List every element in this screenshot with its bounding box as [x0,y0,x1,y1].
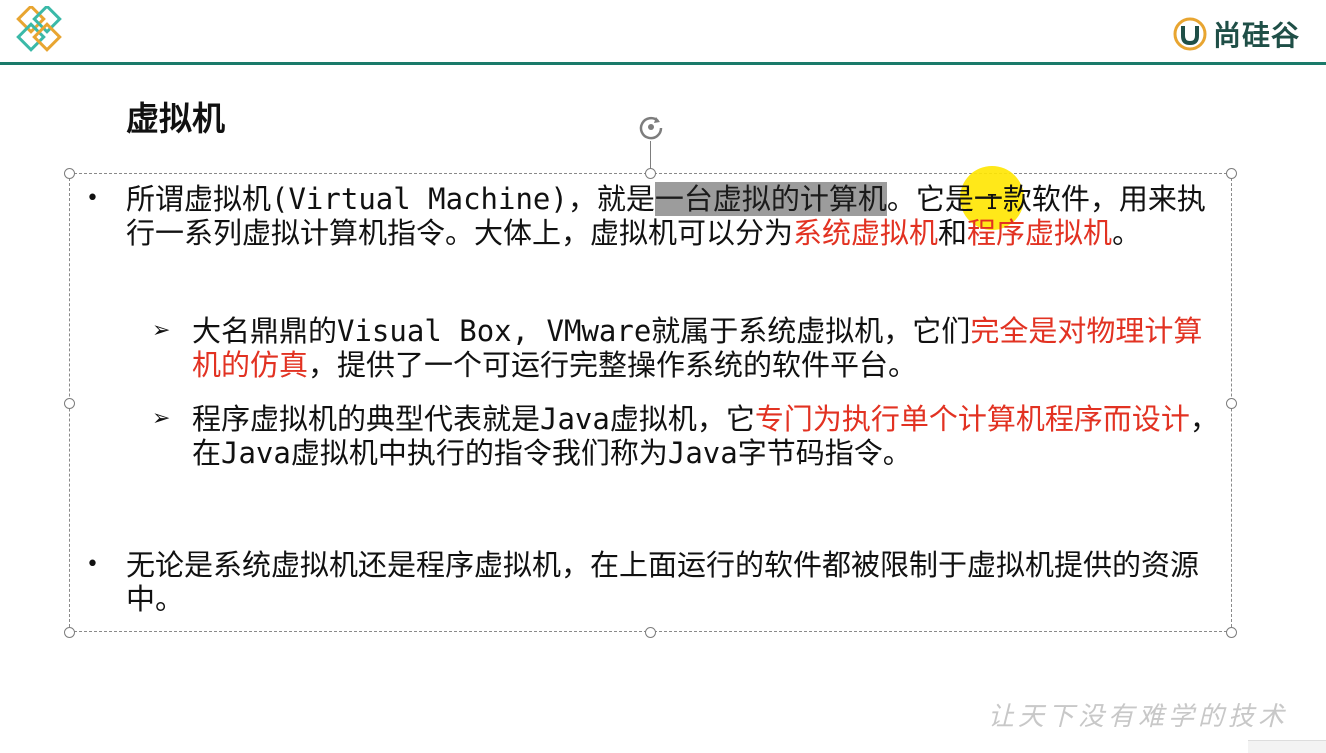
sub-bullet-text-run: Java [221,436,291,470]
resize-handle-top-right[interactable] [1226,168,1237,179]
bullet-dot-icon: • [86,552,99,577]
bullet-text-run: 和 [938,216,968,250]
resize-handle-bottom-right[interactable] [1226,627,1237,638]
sub-bullet-text: 大名鼎鼎的Visual Box, VMware就属于系统虚拟机，它们完全是对物理… [192,314,1222,382]
bullet-text-run: 无论是系统虚拟机还是程序虚拟机，在上面运行的软件都被限制于虚拟机提供的资源中。 [126,548,1200,616]
sub-bullet-text: 程序虚拟机的典型代表就是Java虚拟机，它专门为执行单个计算机程序而设计，在Ja… [192,402,1222,470]
sub-bullet-text-run: 字节码指令。 [737,436,912,470]
slide-header: 尚硅谷 [0,0,1326,66]
slide-title: 虚拟机 [126,99,225,138]
bullet-text-run: (Virtual Machine) [271,182,568,216]
sub-bullet-text-run: 程序虚拟机的典型代表就是 [192,402,541,436]
resize-handle-top-left[interactable] [64,168,75,179]
brand-u-icon [1173,17,1207,51]
resize-handle-bottom-middle[interactable] [645,627,656,638]
sub-bullet-text-run: 就属于系统虚拟机，它们 [651,314,971,348]
bullet-text-run: 程序虚拟机 [967,216,1113,250]
arrow-bullet-icon: ➢ [152,318,171,343]
diamond-lattice-logo-icon [16,6,62,52]
sub-bullet-text-run: 大名鼎鼎的 [192,314,338,348]
slide-canvas: 尚硅谷 虚拟机 • 所谓虚拟机(Virtual Machine)，就是一台虚拟的… [0,0,1326,753]
sub-bullet-text-run: 虚拟机，它 [609,402,755,436]
header-divider [0,62,1326,65]
bullet-text-run: 所谓虚拟机 [126,182,272,216]
bullet-text-run: 一台虚拟的计算机 [654,182,887,216]
sub-bullet-text-run: Java [667,436,738,470]
resize-handle-middle-left[interactable] [64,398,75,409]
sub-bullet-text-run: ，提供了一个可运行完整操作系统的软件平台。 [308,348,918,382]
sub-bullet-text-run: Visual Box, VMware [337,314,652,348]
bullet-text: 无论是系统虚拟机还是程序虚拟机，在上面运行的软件都被限制于虚拟机提供的资源中。 [126,548,1218,616]
sub-bullet-text-run: Java [540,402,610,436]
sub-bullet-text-run: 虚拟机中执行的指令我们称为 [290,436,668,470]
resize-handle-bottom-left[interactable] [64,627,75,638]
arrow-bullet-icon: ➢ [152,406,171,431]
bullet-text-run: 。 [1112,216,1142,250]
rotate-handle-icon[interactable] [636,112,666,142]
bullet-text: 所谓虚拟机(Virtual Machine)，就是一台虚拟的计算机。它是一款软件… [126,182,1218,250]
brand-name: 尚硅谷 [1212,19,1300,52]
resize-handle-top-middle[interactable] [645,168,656,179]
bullet-text-run: 系统虚拟机 [793,216,939,250]
bullet-dot-icon: • [86,186,99,211]
sub-bullet-text-run: 专门为执行单个计算机程序而设计 [754,402,1190,436]
resize-handle-middle-right[interactable] [1226,398,1237,409]
brand-logo: 尚硅谷 [1173,14,1300,54]
window-corner [1248,740,1326,753]
footer-slogan: 让天下没有难学的技术 [987,702,1288,732]
text-cursor-icon: I [986,190,999,214]
bullet-text-run: ，就是 [567,182,655,216]
